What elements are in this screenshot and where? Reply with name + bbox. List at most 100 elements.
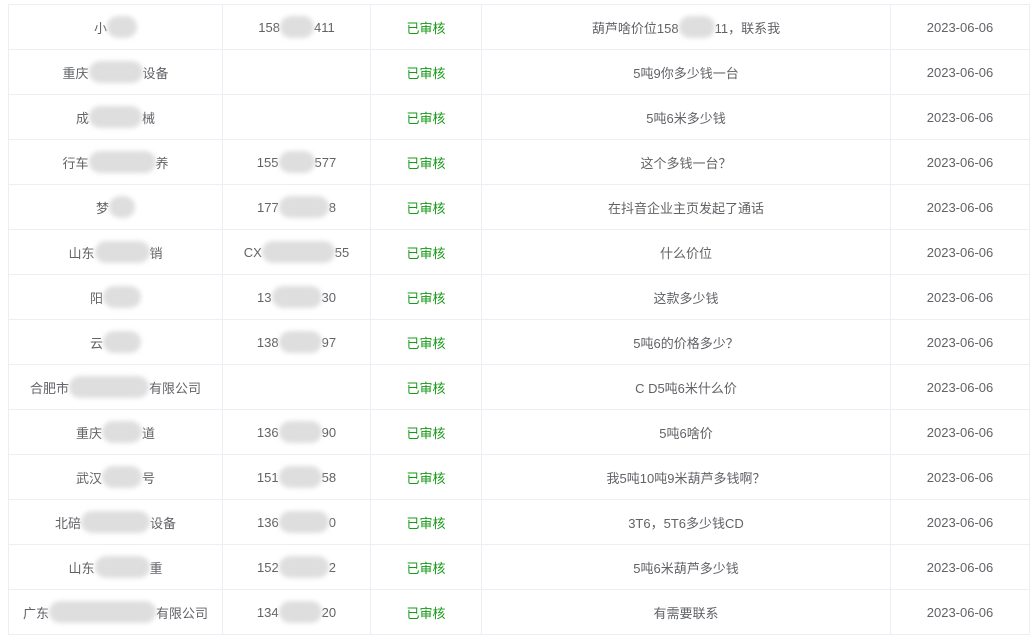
message-text: 5吨6的价格多少？ [633,335,739,351]
date-text: 2023-06-06 [926,154,994,170]
table-row: 重庆 道 136 90 已审核 5吨6啥价 2023-06-06 [8,410,1030,455]
date-text: 2023-06-06 [926,244,994,260]
redaction-blur [278,466,322,488]
date-cell: 2023-06-06 [890,590,1030,634]
name-cell: 山东 销 [8,230,222,274]
status-cell: 已审核 [370,410,481,454]
message-text: 葫芦啥价位158 [591,20,679,36]
table-row: 北碚 设备 136 0 已审核 3T6，5T6多少钱CD 2023-06-06 [8,500,1030,545]
name-cell: 广东 有限公司 [8,590,222,634]
status-cell: 已审核 [370,590,481,634]
table-row: 阳 13 30 已审核 这款多少钱 2023-06-06 [8,275,1030,320]
phone-cell: 177 8 [222,185,370,229]
message-cell: 在抖音企业主页发起了通话 [481,185,890,229]
message-cell: 有需要联系 [481,590,890,634]
date-text: 2023-06-06 [926,469,994,485]
name-text: 设备 [142,65,169,81]
name-text: 道 [142,425,156,441]
redaction-blur [94,241,150,263]
phone-text: 411 [313,19,335,35]
message-text: 5吨6啥价 [659,425,713,441]
name-cell: 小 [8,5,222,49]
redaction-blur [94,556,150,578]
date-text: 2023-06-06 [926,289,994,305]
table-row: 广东 有限公司 134 20 已审核 有需要联系 2023-06-06 [8,590,1030,635]
status-label: 已审核 [406,65,446,81]
phone-text: 90 [321,424,337,440]
status-label: 已审核 [406,20,446,36]
redaction-blur [107,16,137,38]
redaction-blur [278,601,322,623]
phone-text: 151 [256,469,279,485]
phone-text: 158 [258,19,280,35]
status-cell: 已审核 [370,365,481,409]
phone-text: 8 [328,199,336,215]
name-text: 重庆 [62,65,89,81]
status-label: 已审核 [406,110,446,126]
phone-text: 152 [257,559,279,575]
table-row: 重庆 设备 已审核 5吨9你多少钱一台 2023-06-06 [8,50,1030,95]
table-row: 梦 177 8 已审核 在抖音企业主页发起了通话 2023-06-06 [8,185,1030,230]
message-cell: 5吨6米多少钱 [481,95,890,139]
status-cell: 已审核 [370,140,481,184]
redaction-blur [278,196,329,218]
phone-text: 136 [257,514,279,530]
status-label: 已审核 [406,200,446,216]
name-cell: 重庆 设备 [8,50,222,94]
phone-cell: 151 58 [222,455,370,499]
redaction-blur [278,331,322,353]
date-text: 2023-06-06 [926,514,994,530]
status-label: 已审核 [406,245,446,261]
status-cell: 已审核 [370,545,481,589]
phone-cell: 158 411 [222,5,370,49]
phone-text: 155 [256,154,279,170]
date-text: 2023-06-06 [926,109,994,125]
name-cell: 梦 [8,185,222,229]
date-cell: 2023-06-06 [890,500,1030,544]
status-cell: 已审核 [370,185,481,229]
table-row: 云 138 97 已审核 5吨6的价格多少？ 2023-06-06 [8,320,1030,365]
message-text: 这个多钱一台？ [640,155,732,171]
phone-cell: 152 2 [222,545,370,589]
name-text: 号 [142,470,156,486]
redaction-blur [103,331,141,353]
name-text: 有限公司 [149,380,202,396]
phone-cell: 138 97 [222,320,370,364]
phone-cell: 134 20 [222,590,370,634]
redaction-blur [69,376,149,398]
date-text: 2023-06-06 [926,379,994,395]
message-text: 11，联系我 [714,20,781,36]
message-text: 5吨6米葫芦多少钱 [633,560,739,576]
message-text: C D5吨6米什么价 [635,380,737,396]
name-text: 养 [155,155,169,171]
message-cell: 葫芦啥价位158 11，联系我 [481,5,890,49]
name-cell: 武汉 号 [8,455,222,499]
phone-text: 134 [256,604,279,620]
message-cell: 5吨6的价格多少？ [481,320,890,364]
date-cell: 2023-06-06 [890,545,1030,589]
phone-text: 577 [314,154,337,170]
name-cell: 重庆 道 [8,410,222,454]
table-row: 行车 养 155 577 已审核 这个多钱一台？ 2023-06-06 [8,140,1030,185]
name-text: 行车 [62,155,89,171]
date-cell: 2023-06-06 [890,410,1030,454]
redaction-blur [109,196,135,218]
message-cell: 5吨6啥价 [481,410,890,454]
name-text: 广东 [22,605,49,621]
phone-text: 0 [328,514,336,530]
redaction-blur [278,556,329,578]
status-cell: 已审核 [370,50,481,94]
redaction-blur [102,466,142,488]
date-text: 2023-06-06 [926,604,994,620]
phone-cell: 13 30 [222,275,370,319]
redaction-blur [279,16,314,38]
table-row: 小 158 411 已审核 葫芦啥价位158 11，联系我 2023-06-06 [8,5,1030,50]
date-text: 2023-06-06 [926,334,994,350]
name-text: 武汉 [75,470,102,486]
date-text: 2023-06-06 [926,424,994,440]
phone-cell [222,95,370,139]
phone-cell [222,50,370,94]
name-cell: 成械 [8,95,222,139]
redaction-blur [81,511,150,533]
status-cell: 已审核 [370,275,481,319]
